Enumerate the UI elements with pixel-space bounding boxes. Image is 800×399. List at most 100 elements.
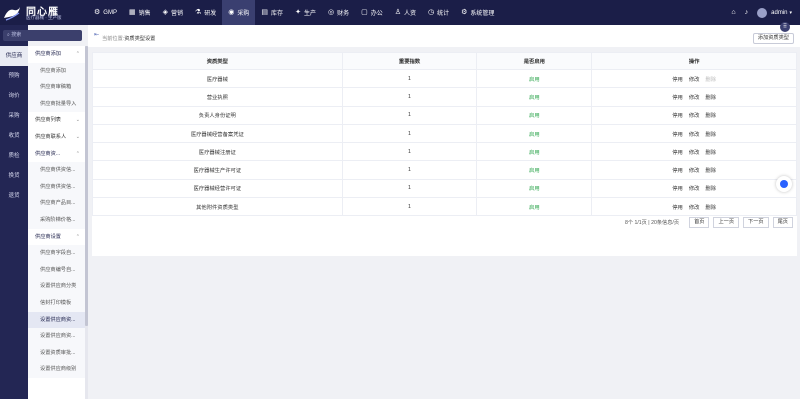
importance-index-cell: 1 xyxy=(341,87,478,107)
nav-item-0[interactable]: ⚙ GMP xyxy=(88,0,123,25)
nav-item-10[interactable]: ◷ 统计 xyxy=(422,0,455,25)
edit-link[interactable]: 修改 xyxy=(689,95,700,101)
sidebar-sub-item[interactable]: 供应商添加 xyxy=(28,62,85,80)
nav-item-3[interactable]: ⚗ 研发 xyxy=(189,0,222,25)
app-logo[interactable]: 同心雁 医疗器械 · 生产版 xyxy=(2,2,84,23)
prev-page-button[interactable]: 上一页 xyxy=(713,216,740,228)
sidebar-group[interactable]: 供应商设置 ⌃ xyxy=(28,229,85,246)
chevron-down-icon[interactable]: ▾ xyxy=(789,10,792,16)
edit-link[interactable]: 修改 xyxy=(689,168,700,174)
sidebar-sub-item[interactable]: 设置供应商资... xyxy=(28,311,85,329)
edit-link[interactable]: 修改 xyxy=(689,186,700,192)
sidebar-sub-item[interactable]: 信封打印模板 xyxy=(28,294,85,312)
enabled-status-cell: 启用 xyxy=(476,160,593,180)
sidebar-group[interactable]: 供应商列表 ⌄ xyxy=(28,112,85,129)
add-qualification-type-button[interactable]: 添加资质类型 xyxy=(752,33,794,44)
delete-link[interactable]: 删除 xyxy=(705,150,716,156)
nav-item-11[interactable]: ⚙ 系统管理 xyxy=(455,0,500,25)
sidebar-main: 供应商 预购 询价 采购 收货 质检 换货 退货 xyxy=(0,25,28,399)
sidebar-sub-item[interactable]: 设置供应商分类 xyxy=(28,278,85,295)
chevron-down-icon: ⌄ xyxy=(75,133,80,140)
qualification-type-cell: 营业执照 xyxy=(92,87,343,107)
edit-link[interactable]: 修改 xyxy=(689,132,700,138)
sidebar-sub-item[interactable]: 供应商编号自... xyxy=(28,261,85,279)
disable-link[interactable]: 停用 xyxy=(672,132,683,138)
sidebar-group[interactable]: 供应商联系人 ⌄ xyxy=(28,129,85,146)
disable-link[interactable]: 停用 xyxy=(672,186,683,192)
chat-button[interactable] xyxy=(776,176,792,192)
home-icon[interactable]: ⌂ xyxy=(731,9,735,16)
nav-item-label: 财务 xyxy=(337,11,350,17)
sidebar-sub-item[interactable]: 设置资质审批... xyxy=(28,344,85,362)
sidebar-main-item-0[interactable]: 供应商 xyxy=(0,46,28,66)
nav-item-8[interactable]: ▢ 办公 xyxy=(355,0,389,25)
nav-item-1[interactable]: ▦ 销售 xyxy=(123,0,157,25)
grid-icon[interactable]: ⠿ xyxy=(780,22,790,32)
bell-icon[interactable]: ♪ xyxy=(745,9,749,16)
next-page-button[interactable]: 下一页 xyxy=(743,216,769,228)
nav-item-4[interactable]: ◉ 采购 xyxy=(222,0,256,25)
sidebar-sub-item[interactable]: 设置供应商资... xyxy=(28,328,85,345)
pagination-info: 8个 1/1页 | 20条信息/页 xyxy=(624,219,680,226)
sidebar-sub-item[interactable]: 供应商产品目... xyxy=(28,195,85,212)
sidebar-main-item-7[interactable]: 退货 xyxy=(0,186,28,206)
sidebar-main-item-2[interactable]: 询价 xyxy=(0,86,28,106)
delete-link[interactable]: 删除 xyxy=(705,186,716,192)
edit-link[interactable]: 修改 xyxy=(689,205,700,211)
qualification-type-cell: 其他附件资质类型 xyxy=(92,197,343,217)
sidebar-sub-item[interactable]: 设置供应商级别 xyxy=(28,361,85,378)
collapse-sidebar-icon[interactable]: ⇤ xyxy=(94,31,99,38)
operations-cell: 停用 修改 删除 xyxy=(591,123,797,144)
disable-link[interactable]: 停用 xyxy=(672,77,683,83)
qualification-table: 资质类型 重要指数 是否启用 操作 医疗器械 1 启用 停用 修改 删除 营业执照 1 启用 停用 修改删… xyxy=(92,52,797,217)
sidebar-main-item-4[interactable]: 收货 xyxy=(0,126,28,146)
disable-link[interactable]: 停用 xyxy=(672,150,683,156)
qualification-type-cell: 医疗器械经营备案凭证 xyxy=(92,123,343,144)
sidebar-sub-label: 采购阶梯价格... xyxy=(40,216,76,223)
nav-item-7[interactable]: ◎ 财务 xyxy=(322,0,355,25)
sidebar-sub-item[interactable]: 采购阶梯价格... xyxy=(28,211,85,229)
delete-link[interactable]: 删除 xyxy=(705,205,716,211)
edit-link[interactable]: 修改 xyxy=(689,113,700,119)
nav-item-6[interactable]: ✦ 生产 xyxy=(289,0,322,25)
nav-0-icon: ⚙ xyxy=(94,9,101,16)
delete-link[interactable]: 删除 xyxy=(705,95,716,101)
sidebar-sub-item[interactable]: 供应商供资信... xyxy=(28,178,85,196)
sidebar-sub-item[interactable]: 供应商字段自... xyxy=(28,245,85,262)
edit-link[interactable]: 修改 xyxy=(689,77,700,83)
disable-link[interactable]: 停用 xyxy=(672,205,683,211)
nav-item-2[interactable]: ◈ 营销 xyxy=(157,0,189,25)
user-name[interactable]: admin xyxy=(771,10,787,16)
disable-link[interactable]: 停用 xyxy=(672,113,683,119)
nav-6-icon: ✦ xyxy=(295,9,301,16)
search-input[interactable]: ⌕ 搜索 xyxy=(3,30,82,41)
delete-link[interactable]: 删除 xyxy=(705,113,716,119)
chevron-up-icon: ⌃ xyxy=(75,150,80,157)
disable-link[interactable]: 停用 xyxy=(672,95,683,101)
delete-link[interactable]: 删除 xyxy=(705,132,716,138)
nav-item-5[interactable]: ▤ 库存 xyxy=(255,0,289,25)
sidebar-group[interactable]: 供应商添加 ⌃ xyxy=(28,46,85,63)
sidebar-main-item-1[interactable]: 预购 xyxy=(0,66,28,86)
nav-8-icon: ▢ xyxy=(361,9,368,16)
first-page-button[interactable]: 首页 xyxy=(689,216,710,228)
sidebar-main-item-5[interactable]: 质检 xyxy=(0,146,28,166)
last-page-button[interactable]: 尾页 xyxy=(772,216,793,228)
avatar[interactable] xyxy=(757,7,768,18)
sidebar-sub-item[interactable]: 供应商批量导入 xyxy=(28,95,85,113)
nav-item-9[interactable]: ♙ 人资 xyxy=(389,0,422,25)
sidebar-sub-item[interactable]: 供应商供资信... xyxy=(28,162,85,179)
breadcrumb: 当前位置:资质类型设置 xyxy=(102,35,155,42)
delete-link[interactable]: 删除 xyxy=(705,168,716,174)
edit-link[interactable]: 修改 xyxy=(689,150,700,156)
table-row: 负责人身份证明 1 启用 停用 修改 删除 xyxy=(92,105,797,125)
sidebar-main-item-3[interactable]: 采购 xyxy=(0,106,28,126)
sidebar-sub-item[interactable]: 供应商审稿箱 xyxy=(28,79,85,96)
disable-link[interactable]: 停用 xyxy=(672,168,683,174)
importance-index-cell: 1 xyxy=(341,160,478,180)
sidebar-group[interactable]: 供应商资... ⌃ xyxy=(28,146,85,163)
sidebar-main-item-6[interactable]: 换货 xyxy=(0,166,28,186)
enabled-status-cell: 启用 xyxy=(476,178,593,199)
top-bar: 同心雁 医疗器械 · 生产版 ⚙ GMP ▦ 销售 ◈ 营销 ⚗ 研发 ◉ 采购 ▤ 库存 ✦ 生产 ◎ 财务… xyxy=(0,0,800,25)
chevron-down-icon: ⌄ xyxy=(75,117,80,124)
